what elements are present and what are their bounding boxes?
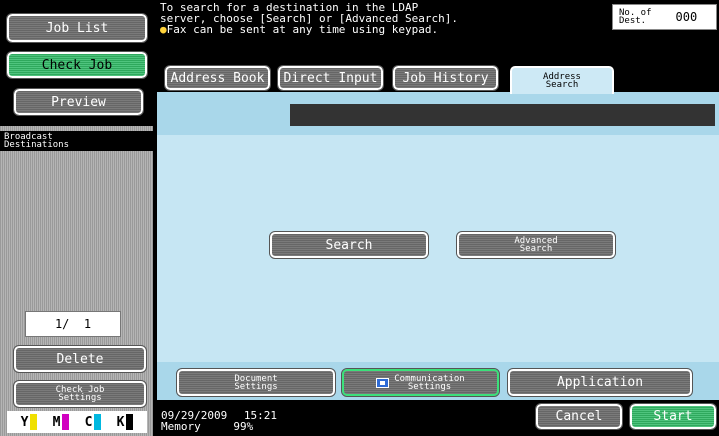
dest-label-line2: Dest. (619, 16, 647, 26)
page-indicator-text: 1/ 1 (54, 317, 92, 331)
application-label: Application (556, 375, 644, 390)
dest-count-label: No. of Dest. (619, 9, 652, 26)
memory-value: 99% (233, 420, 254, 433)
broadcast-label-line2: Destinations (4, 140, 70, 150)
toner-cyan: C (85, 414, 102, 430)
check-job-button[interactable]: Check Job (6, 51, 148, 79)
instruction-message: To search for a destination in the LDAP … (160, 2, 590, 35)
preview-label: Preview (51, 94, 106, 110)
destination-count-box: No. of Dest. 000 (612, 4, 717, 30)
dest-count-value: 000 (675, 10, 698, 24)
document-settings-button[interactable]: Document Settings (176, 368, 336, 397)
communication-icon (376, 377, 390, 388)
start-label: Start (653, 409, 693, 424)
toner-black: K (117, 414, 134, 430)
advanced-search-line2: Search (519, 244, 553, 254)
tab-job-history-label: Job History (402, 70, 489, 86)
toner-yellow-bar (30, 414, 38, 430)
message-line3: Fax can be sent at any time using keypad… (166, 23, 439, 36)
toner-cyan-letter: C (84, 415, 93, 430)
job-list-button[interactable]: Job List (6, 13, 148, 43)
delete-label: Delete (56, 351, 104, 367)
tab-address-search-line2: Search (545, 80, 579, 90)
application-button[interactable]: Application (507, 368, 693, 397)
toner-magenta-bar (62, 414, 70, 430)
communication-settings-text: Communication Settings (394, 374, 464, 392)
delete-button[interactable]: Delete (13, 345, 147, 373)
toner-cyan-bar (94, 414, 102, 430)
cancel-button[interactable]: Cancel (535, 403, 623, 430)
search-label: Search (325, 237, 373, 253)
tab-direct-input-label: Direct Input (283, 70, 378, 86)
check-job-settings-line2: Settings (58, 393, 102, 403)
address-search-field (290, 104, 715, 126)
toner-levels: Y M C K (7, 411, 147, 433)
broadcast-destinations-header: Broadcast Destinations (0, 131, 153, 151)
check-job-settings-button[interactable]: Check Job Settings (13, 380, 147, 408)
toner-yellow-letter: Y (20, 415, 29, 430)
lightbulb-icon: ● (160, 23, 167, 36)
communication-settings-button[interactable]: Communication Settings (341, 368, 500, 397)
cancel-label: Cancel (555, 409, 603, 424)
check-job-label: Check Job (41, 57, 113, 73)
message-line3-wrap: ●Fax can be sent at any time using keypa… (160, 24, 590, 35)
tab-address-book[interactable]: Address Book (164, 65, 271, 91)
toner-yellow: Y (21, 414, 38, 430)
communication-settings-line2: Settings (407, 381, 452, 392)
date-memory-info: 09/29/2009 15:21 Memory 99% (161, 410, 277, 432)
memory-label: Memory (161, 420, 201, 433)
tab-direct-input[interactable]: Direct Input (277, 65, 384, 91)
toner-black-letter: K (116, 415, 125, 430)
toner-black-bar (126, 414, 134, 430)
document-settings-line2: Settings (234, 381, 278, 392)
toner-magenta-letter: M (52, 415, 61, 430)
page-indicator: 1/ 1 (25, 311, 121, 337)
preview-button[interactable]: Preview (13, 88, 144, 116)
tab-job-history[interactable]: Job History (392, 65, 499, 91)
toner-magenta: M (53, 414, 70, 430)
tab-address-book-label: Address Book (170, 70, 265, 86)
start-button[interactable]: Start (629, 403, 717, 430)
search-button[interactable]: Search (269, 231, 429, 259)
tab-address-search[interactable]: Address Search (510, 66, 614, 94)
job-list-label: Job List (45, 20, 109, 36)
advanced-search-button[interactable]: Advanced Search (456, 231, 616, 259)
